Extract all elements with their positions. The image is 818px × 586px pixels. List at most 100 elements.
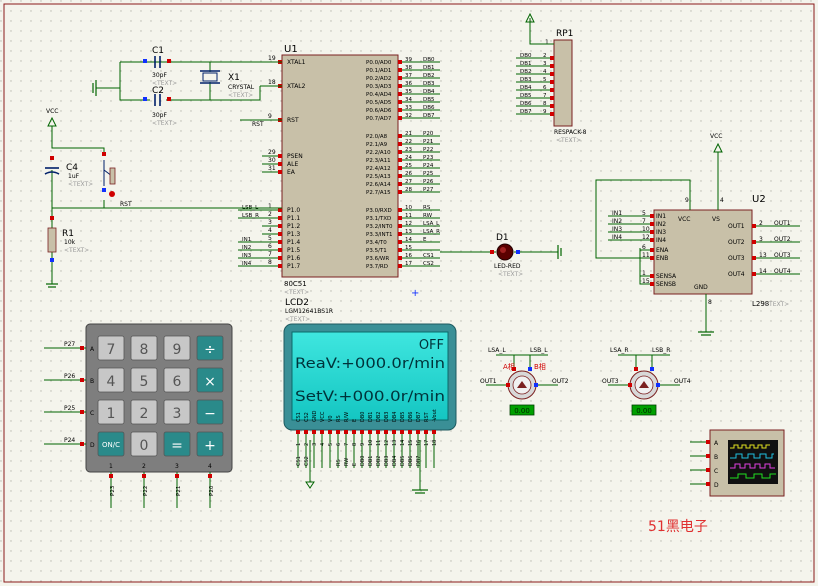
u2-pin-num: 12: [642, 234, 650, 241]
keypad-key[interactable]: ×: [196, 367, 224, 393]
keypad-key-label: −: [204, 406, 216, 422]
lcd-pin-net: DB5: [400, 456, 406, 466]
keypad-key[interactable]: +: [196, 431, 224, 457]
keypad-key[interactable]: 1: [97, 399, 125, 425]
scope-channel-label: C: [714, 468, 718, 475]
u2-pin-name: IN2: [656, 221, 666, 228]
origin-marker: +: [411, 288, 419, 299]
u1-pin-marker: [278, 264, 282, 268]
u2-pin-num: 15: [642, 278, 650, 285]
rp1-pin-num: 9: [543, 109, 547, 115]
rp1-pin-num: 5: [543, 77, 547, 83]
keypad-key[interactable]: 8: [130, 335, 158, 361]
rp1-pin-num: 4: [543, 69, 547, 75]
lcd-pin-num: 9: [360, 443, 366, 446]
rp1-pin-num: 2: [543, 53, 547, 59]
u1-pin-marker: [278, 256, 282, 260]
keypad-col-net: P22: [143, 486, 149, 496]
u1-pin-name: P2.4/A12: [366, 166, 391, 172]
c2-text: <TEXT>: [152, 120, 177, 127]
keypad-key[interactable]: 4: [97, 367, 125, 393]
lcd-pin-marker: [384, 430, 388, 434]
keypad-key[interactable]: 2: [130, 399, 158, 425]
u1-pin-net: DB4: [423, 89, 435, 95]
u1-pin-num: 2: [268, 211, 272, 218]
keypad-key-label: 1: [107, 406, 116, 422]
u2-gnd-pin: GND: [694, 284, 708, 291]
u1-pin-num: 23: [405, 147, 412, 153]
lcd-line1: ReaV:+000.0r/min: [295, 356, 445, 372]
u1-pin-num: 11: [405, 213, 412, 219]
lcd2-text: <TEXT>: [285, 316, 310, 323]
keypad-key[interactable]: ON/C: [97, 431, 125, 457]
lcd-status: OFF: [419, 338, 444, 353]
u1-pin-name: P1.5: [287, 247, 300, 254]
c2-value: 30pF: [152, 112, 167, 119]
p1-net-label: IN3: [242, 253, 252, 259]
u2-out-net: OUT3: [774, 252, 791, 259]
u1-pin-name: P3.2/INT0: [366, 224, 393, 230]
u1-pin-name: P3.0/RXD: [366, 208, 392, 214]
motor-pin-marker: [506, 383, 510, 387]
schematic-canvas: U1 80C51 <TEXT> 19XTAL118XTAL29RST29PSEN…: [0, 0, 818, 586]
d1-text: <TEXT>: [498, 271, 523, 278]
u1-pin-marker: [398, 216, 402, 220]
motor-right-net: OUT2: [552, 378, 569, 385]
lcd-pin-net: DB0: [360, 456, 366, 466]
keypad-key[interactable]: 0: [130, 431, 158, 457]
u1-pin-net: RW: [423, 213, 433, 219]
keypad-key[interactable]: 9: [163, 335, 191, 361]
u1-pin-marker: [278, 208, 282, 212]
u1-pin-num: 36: [405, 81, 412, 87]
u2-out-name: OUT2: [728, 239, 745, 246]
u1-pin-num: 7: [268, 251, 272, 258]
u2-vcc-num: 9: [685, 197, 689, 204]
keypad-col-marker: [142, 474, 146, 478]
lcd-pin-net: DB7: [416, 456, 422, 466]
lcd-pin-num: 4: [320, 443, 326, 446]
u1-pin-marker: [398, 134, 402, 138]
u1-pin-num: 5: [268, 235, 272, 242]
keypad-key[interactable]: =: [163, 431, 191, 457]
u1-pin-net: DB6: [423, 105, 435, 111]
d1-ref: D1: [496, 233, 509, 243]
keypad-key-label: 5: [140, 374, 149, 390]
rp1-pin-marker: [550, 72, 554, 76]
scope-channel-marker: [706, 468, 710, 472]
u1-pin-name: RST: [287, 117, 299, 124]
keypad-row-net: P24: [64, 437, 75, 444]
keypad-key[interactable]: 6: [163, 367, 191, 393]
r1-value: 10k: [64, 239, 76, 246]
u1-pin-marker: [398, 174, 402, 178]
keypad-col-number: 1: [109, 463, 113, 470]
u2-pin-num: 11: [642, 252, 650, 259]
x1-text: <TEXT>: [228, 92, 253, 99]
lcd-pin-net: RS: [336, 459, 342, 466]
lcd-pin-name: DB2: [376, 412, 382, 422]
lcd-pin-num: 14: [400, 440, 406, 446]
rp1-pin-marker: [550, 80, 554, 84]
motor-pin-marker: [528, 367, 532, 371]
u1-pin-marker: [278, 248, 282, 252]
lcd-pin-net: CS2: [304, 456, 310, 466]
keypad-row-letter: C: [90, 410, 94, 417]
u2-pin-marker: [650, 238, 654, 242]
lcd-pin-name: E: [352, 419, 358, 422]
keypad-key-label: ×: [204, 374, 216, 390]
keypad-key[interactable]: ÷: [196, 335, 224, 361]
u1-pin-name: P2.6/A14: [366, 182, 391, 188]
keypad-key[interactable]: −: [196, 399, 224, 425]
motor-top-left-net: LSA_L: [488, 347, 506, 354]
keypad-key[interactable]: 3: [163, 399, 191, 425]
u1-pin-num: 4: [268, 227, 272, 234]
keypad-key[interactable]: 5: [130, 367, 158, 393]
u1-pin-name: P3.7/RD: [366, 264, 388, 270]
lcd-pin-num: 6: [336, 443, 342, 446]
u1-pin-marker: [278, 232, 282, 236]
keypad-key[interactable]: 7: [97, 335, 125, 361]
u2-text: <TEXT>: [764, 301, 789, 308]
u1-pin-marker: [398, 76, 402, 80]
rp1-pin1: 1: [545, 39, 549, 46]
lcd-pin-net: DB3: [384, 456, 390, 466]
u1-pin-num: 25: [405, 163, 412, 169]
